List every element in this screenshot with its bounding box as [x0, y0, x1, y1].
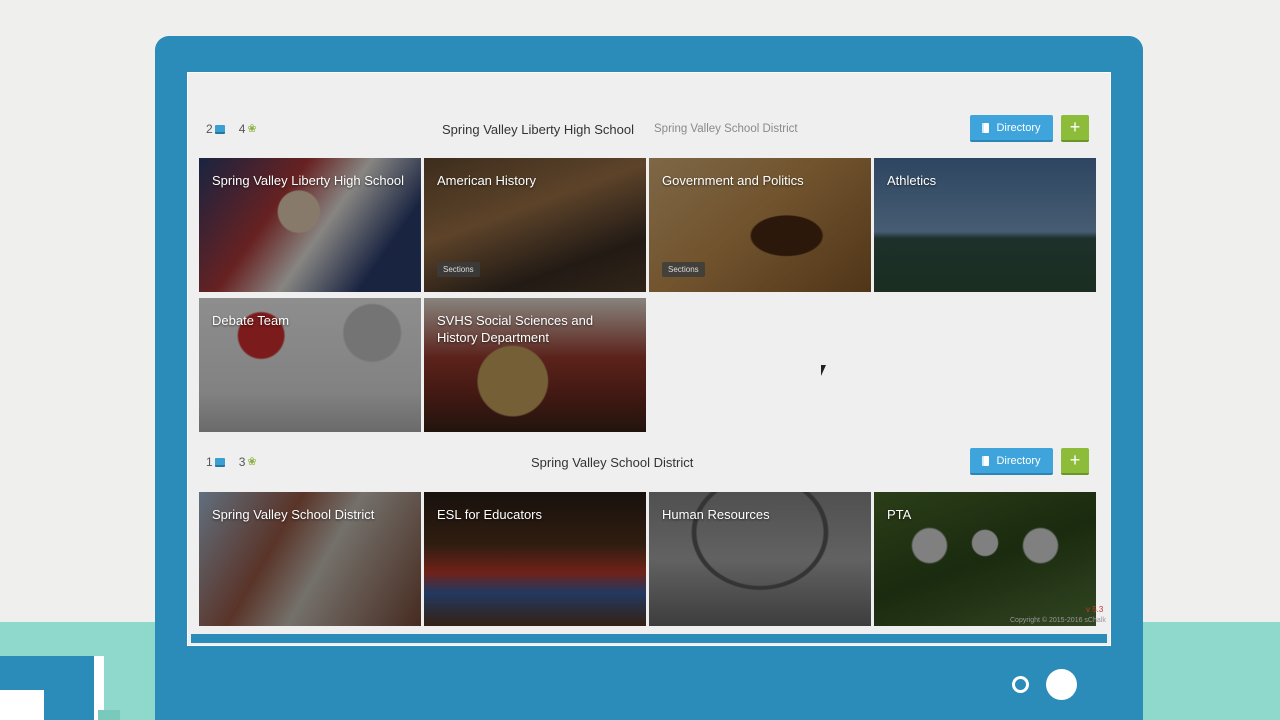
directory-icon: [982, 122, 990, 133]
tile-title: Government and Politics: [662, 173, 804, 188]
version-label: v 5.3: [1086, 605, 1104, 614]
class-count-value: 2: [206, 122, 213, 136]
paw-icon: ❀: [247, 455, 257, 468]
tile-title: ESL for Educators: [437, 507, 543, 522]
directory-icon: [982, 455, 990, 466]
tile-title: Spring Valley School District: [212, 507, 375, 522]
book-icon: [214, 124, 225, 134]
tile-title: Spring Valley Liberty High School: [212, 173, 404, 188]
tile-title: Athletics: [887, 173, 937, 188]
group-count-value: 3: [238, 455, 246, 469]
directory-button[interactable]: Directory: [970, 448, 1053, 475]
section-counts: 1 3 ❀: [206, 455, 257, 469]
group-tile[interactable]: PTA: [874, 492, 1096, 626]
section-header: 2 4 ❀ Spring Valley Liberty High School …: [188, 115, 1110, 145]
section-counts: 2 4 ❀: [206, 122, 257, 136]
mouse-cursor-icon: [821, 365, 826, 376]
class-count[interactable]: 2: [206, 122, 225, 136]
section-title[interactable]: Spring Valley Liberty High School: [442, 122, 634, 137]
paw-icon: ❀: [247, 122, 257, 135]
class-count[interactable]: 1: [206, 455, 225, 469]
horizontal-scrollbar[interactable]: [191, 634, 1107, 643]
group-tile[interactable]: Spring Valley School District: [199, 492, 421, 626]
home-button[interactable]: [1046, 669, 1077, 700]
directory-button[interactable]: Directory: [970, 115, 1053, 142]
book-icon: [214, 457, 225, 467]
tile-title: Debate Team: [212, 313, 290, 328]
directory-label: Directory: [996, 454, 1041, 467]
tile-title: Human Resources: [662, 507, 770, 522]
group-tile[interactable]: Debate Team: [199, 298, 421, 432]
sections-badge[interactable]: Sections: [662, 262, 705, 277]
group-tile[interactable]: SVHS Social Sciences and History Departm…: [424, 298, 646, 432]
group-tile[interactable]: American History Sections: [424, 158, 646, 292]
background-decoration: [0, 690, 44, 720]
section-title[interactable]: Spring Valley School District: [531, 455, 693, 470]
group-tile[interactable]: Spring Valley Liberty High School: [199, 158, 421, 292]
section-header: 1 3 ❀ Spring Valley School District Dire…: [188, 448, 1110, 478]
group-count[interactable]: 4 ❀: [239, 122, 257, 136]
tile-title: SVHS Social Sciences and History Departm…: [437, 313, 594, 345]
group-tile[interactable]: Human Resources: [649, 492, 871, 626]
tile-title: PTA: [887, 507, 912, 522]
class-count-value: 1: [206, 455, 213, 469]
camera-ring: [1012, 676, 1029, 693]
background-decoration: [98, 710, 120, 720]
group-tile[interactable]: ESL for Educators: [424, 492, 646, 626]
group-tile[interactable]: Athletics: [874, 158, 1096, 292]
app-screen: 2 4 ❀ Spring Valley Liberty High School …: [187, 72, 1111, 646]
copyright-text: Copyright © 2015-2016 sChalk: [1010, 617, 1106, 624]
add-button[interactable]: +: [1061, 448, 1089, 475]
group-count[interactable]: 3 ❀: [239, 455, 257, 469]
section-subtitle[interactable]: Spring Valley School District: [654, 123, 798, 135]
group-count-value: 4: [238, 122, 246, 136]
add-button[interactable]: +: [1061, 115, 1089, 142]
directory-label: Directory: [996, 121, 1041, 134]
tile-title: American History: [437, 173, 536, 188]
group-tile[interactable]: Government and Politics Sections: [649, 158, 871, 292]
sections-badge[interactable]: Sections: [437, 262, 480, 277]
